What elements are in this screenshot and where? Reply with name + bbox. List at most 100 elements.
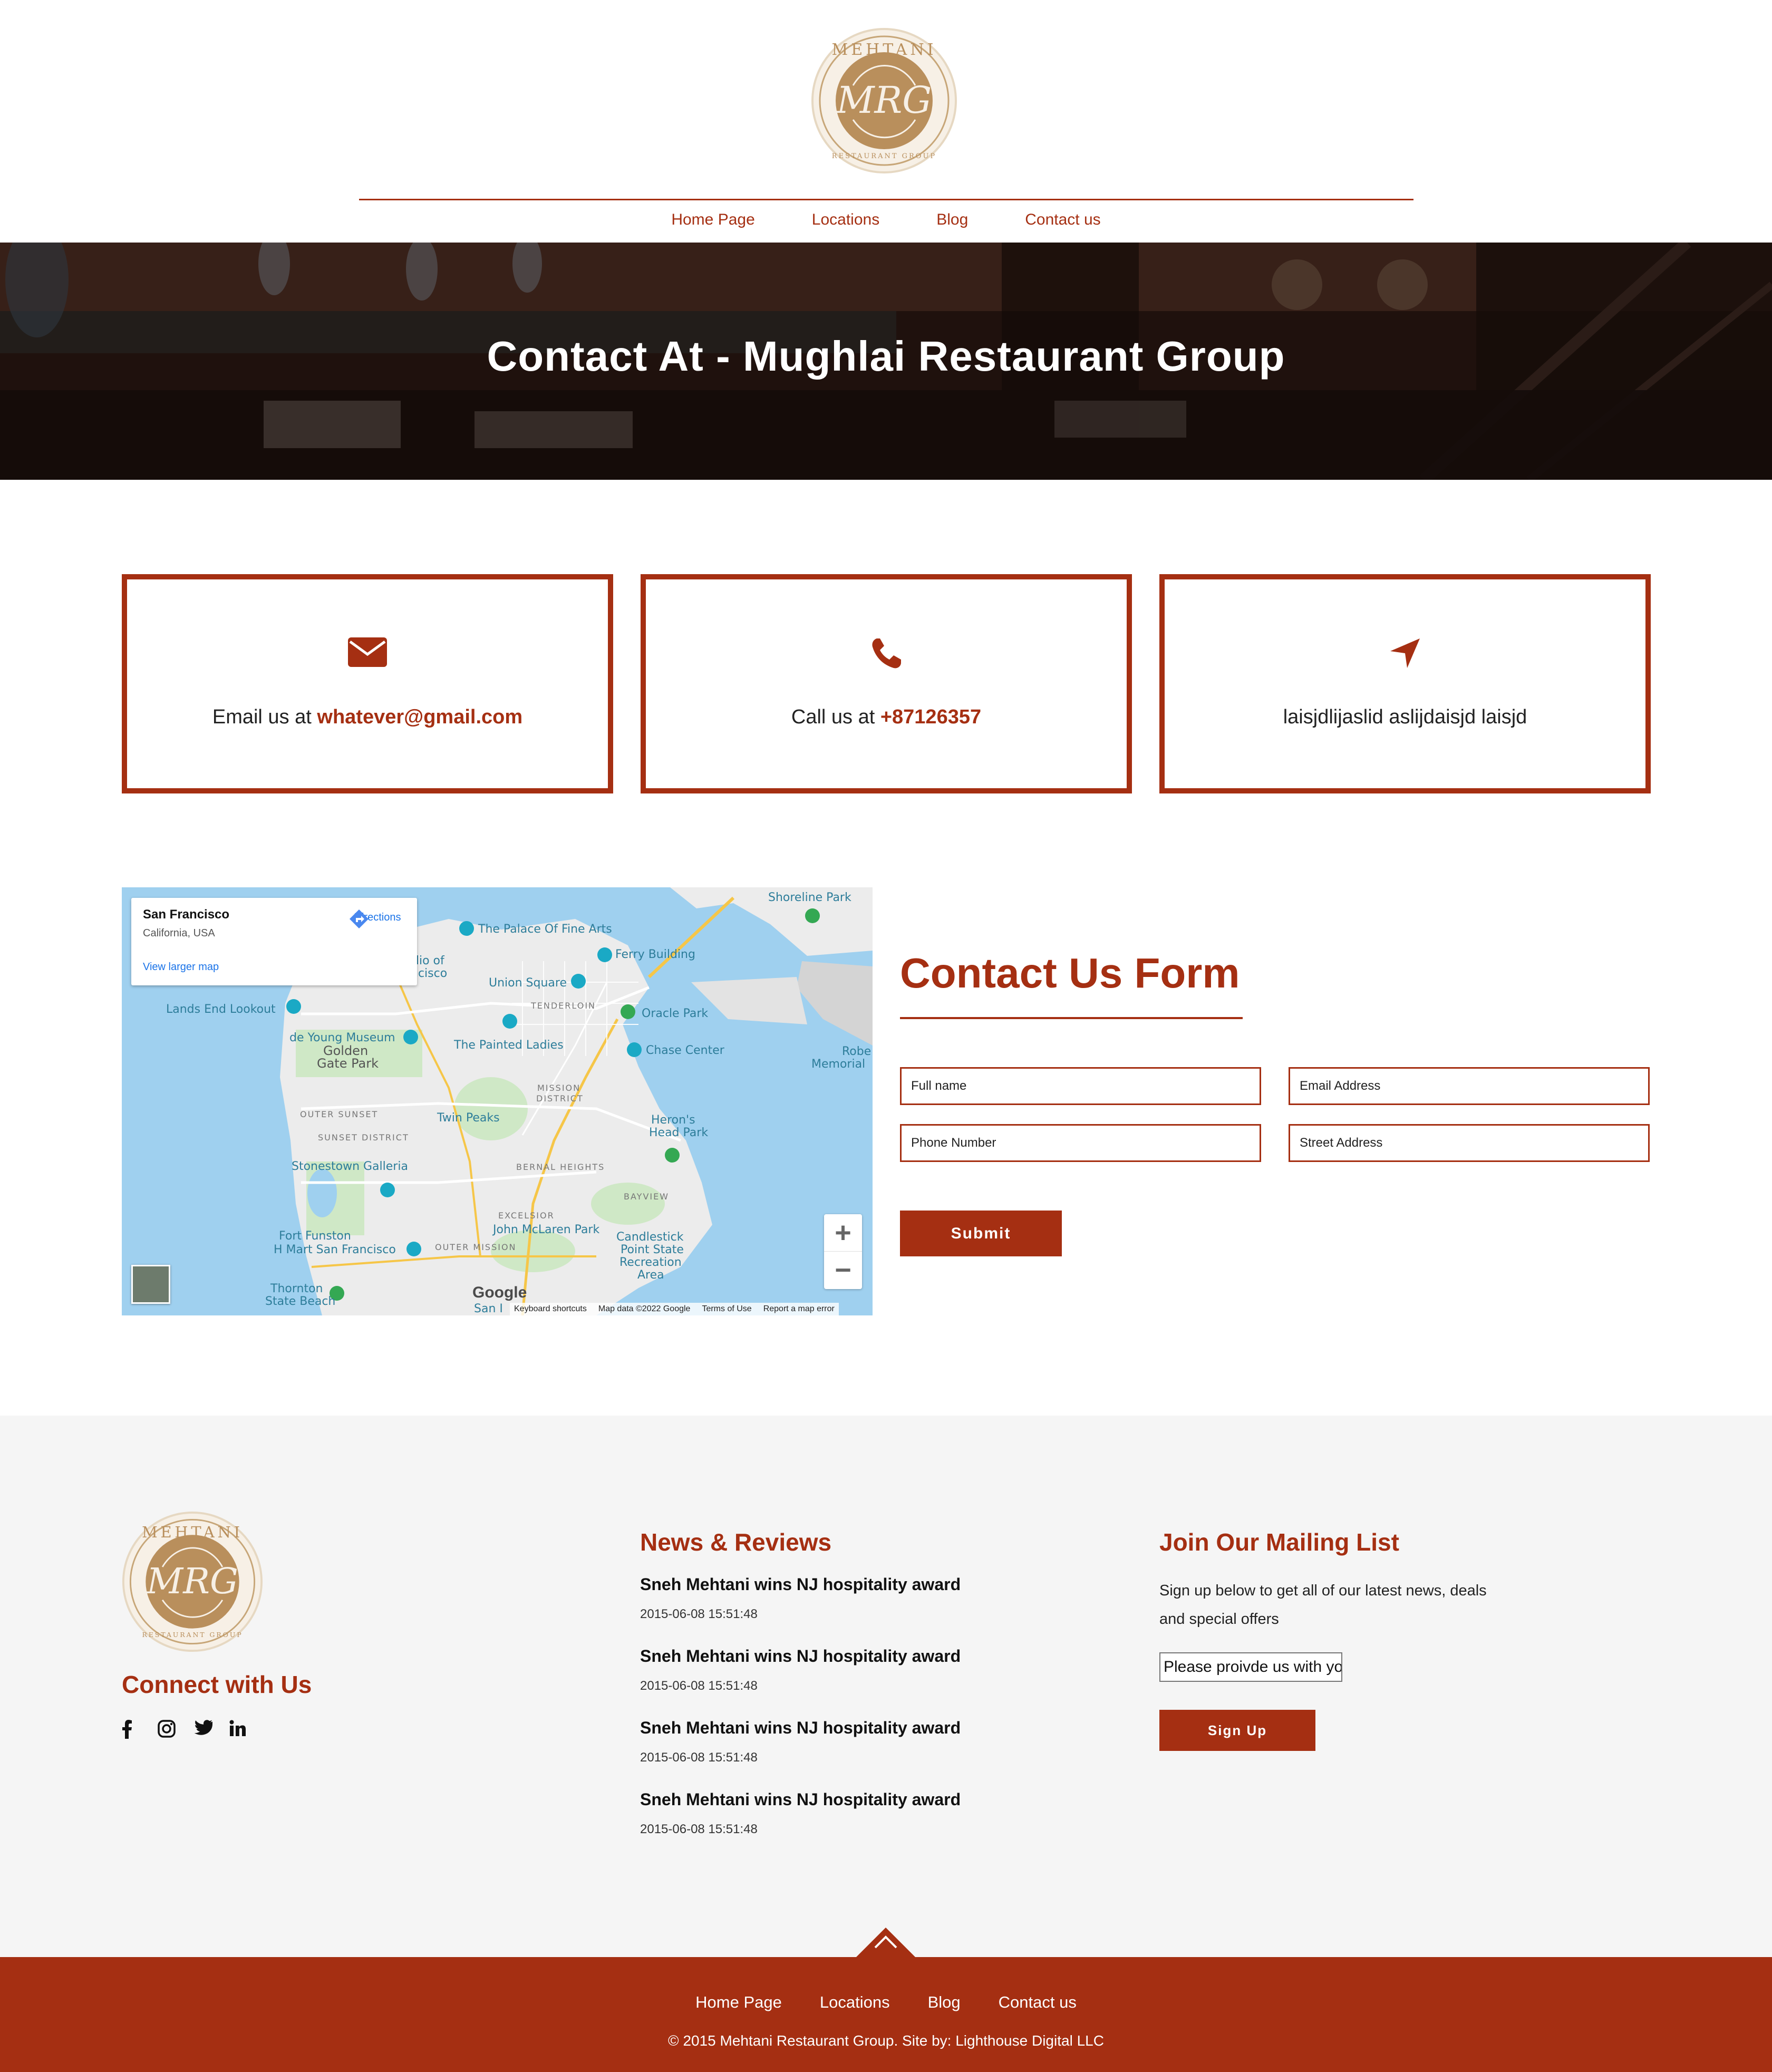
svg-text:Fort Funston: Fort Funston	[279, 1229, 351, 1243]
street-view-thumbnail[interactable]	[131, 1265, 170, 1304]
contact-form-underline	[900, 1017, 1243, 1019]
phone-link[interactable]: +87126357	[880, 706, 981, 728]
instagram-icon[interactable]	[158, 1720, 177, 1739]
location-arrow-icon	[1390, 638, 1420, 668]
svg-text:John McLaren Park: John McLaren Park	[492, 1223, 599, 1236]
google-logo: Google	[472, 1284, 527, 1301]
svg-text:Recreation: Recreation	[619, 1256, 682, 1269]
footer-nav-home[interactable]: Home Page	[676, 1993, 801, 2012]
svg-text:BERNAL HEIGHTS: BERNAL HEIGHTS	[516, 1162, 605, 1172]
news-headline[interactable]: Sneh Mehtani wins NJ hospitality award	[640, 1718, 961, 1738]
nav-contact[interactable]: Contact us	[996, 208, 1129, 231]
svg-text:MRG: MRG	[146, 1560, 238, 1602]
news-title: News & Reviews	[640, 1528, 832, 1556]
svg-text:MISSION: MISSION	[537, 1083, 580, 1093]
news-item[interactable]: Sneh Mehtani wins NJ hospitality award 2…	[640, 1575, 961, 1622]
terms-of-use-link[interactable]: Terms of Use	[702, 1304, 751, 1314]
page-title: Contact At - Mughlai Restaurant Group	[487, 333, 1285, 380]
news-item[interactable]: Sneh Mehtani wins NJ hospitality award 2…	[640, 1647, 961, 1693]
map-info-card: San Francisco California, USA View large…	[131, 898, 417, 985]
footer-nav-contact[interactable]: Contact us	[980, 1993, 1096, 2012]
email-prefix: Email us at	[212, 706, 317, 728]
svg-text:Head Park: Head Park	[649, 1126, 708, 1139]
map-zoom-control: + −	[824, 1214, 862, 1289]
svg-text:DISTRICT: DISTRICT	[536, 1093, 584, 1103]
phone-prefix: Call us at	[791, 706, 880, 728]
map-attribution: Keyboard shortcuts Map data ©2022 Google…	[510, 1303, 839, 1315]
directions-button[interactable]: Directions	[348, 908, 406, 928]
svg-text:Gate Park: Gate Park	[317, 1056, 379, 1071]
svg-text:RESTAURANT GROUP: RESTAURANT GROUP	[142, 1631, 243, 1639]
mailing-list-description: Sign up below to get all of our latest n…	[1159, 1582, 1487, 1628]
connect-title: Connect with Us	[122, 1671, 312, 1698]
svg-text:The Painted Ladies: The Painted Ladies	[453, 1039, 564, 1052]
svg-text:Memorial: Memorial	[811, 1058, 865, 1071]
svg-text:TENDERLOIN: TENDERLOIN	[530, 1001, 596, 1011]
mailing-email-input[interactable]: Please proivde us with your email	[1159, 1652, 1342, 1682]
svg-text:Robe: Robe	[842, 1045, 871, 1058]
nav-home[interactable]: Home Page	[643, 208, 783, 231]
sign-up-button[interactable]: Sign Up	[1159, 1710, 1315, 1751]
svg-text:EXCELSIOR: EXCELSIOR	[498, 1211, 555, 1221]
news-date: 2015-06-08 15:51:48	[640, 1750, 758, 1765]
svg-text:Candlestick: Candlestick	[616, 1231, 684, 1244]
svg-text:Shoreline Park: Shoreline Park	[768, 891, 851, 904]
phone-input[interactable]: Phone Number	[900, 1124, 1261, 1162]
map-data-text: Map data ©2022 Google	[598, 1304, 691, 1313]
svg-text:The Palace Of Fine Arts: The Palace Of Fine Arts	[478, 923, 612, 936]
svg-text:MRG: MRG	[836, 79, 932, 122]
street-address-input[interactable]: Street Address	[1289, 1124, 1650, 1162]
footer-bottom-bar	[0, 1957, 1772, 2072]
mailing-list-title: Join Our Mailing List	[1159, 1528, 1399, 1556]
news-item[interactable]: Sneh Mehtani wins NJ hospitality award 2…	[640, 1790, 961, 1837]
view-larger-map-link[interactable]: View larger map	[143, 961, 219, 973]
google-map[interactable]: The Palace Of Fine Arts Ferry Building S…	[122, 887, 873, 1315]
main-nav: Home Page Locations Blog Contact us	[0, 208, 1772, 231]
news-headline[interactable]: Sneh Mehtani wins NJ hospitality award	[640, 1575, 961, 1594]
news-headline[interactable]: Sneh Mehtani wins NJ hospitality award	[640, 1790, 961, 1809]
svg-text:Heron's: Heron's	[651, 1114, 695, 1127]
email-input[interactable]: Email Address	[1289, 1067, 1650, 1105]
svg-text:SUNSET DISTRICT: SUNSET DISTRICT	[318, 1132, 409, 1142]
report-map-error-link[interactable]: Report a map error	[763, 1304, 835, 1314]
full-name-input[interactable]: Full name	[900, 1067, 1261, 1105]
nav-locations[interactable]: Locations	[783, 208, 908, 231]
svg-text:MEHTANI: MEHTANI	[142, 1523, 243, 1541]
svg-text:San I: San I	[474, 1302, 503, 1315]
nav-blog[interactable]: Blog	[908, 208, 996, 231]
svg-text:Thornton: Thornton	[270, 1282, 323, 1295]
linkedin-icon[interactable]	[229, 1720, 248, 1739]
facebook-icon[interactable]	[122, 1720, 141, 1739]
hero-banner: Contact At - Mughlai Restaurant Group	[0, 243, 1772, 480]
address-text: laisjdlijaslid aslijdaisjd laisjd	[1283, 706, 1527, 728]
footer-nav-locations[interactable]: Locations	[801, 1993, 909, 2012]
news-item[interactable]: Sneh Mehtani wins NJ hospitality award 2…	[640, 1718, 961, 1765]
svg-text:Area: Area	[637, 1269, 664, 1282]
twitter-icon[interactable]	[193, 1720, 213, 1739]
mehtani-logo[interactable]: MEHTANI RESTAURANT GROUP MRG	[811, 27, 957, 174]
keyboard-shortcuts-link[interactable]: Keyboard shortcuts	[514, 1304, 587, 1314]
svg-text:RESTAURANT GROUP: RESTAURANT GROUP	[832, 152, 936, 160]
svg-text:OUTER MISSION: OUTER MISSION	[435, 1242, 517, 1252]
news-headline[interactable]: Sneh Mehtani wins NJ hospitality award	[640, 1647, 961, 1666]
svg-text:OUTER SUNSET: OUTER SUNSET	[300, 1109, 378, 1119]
address-card: laisjdlijaslid aslijdaisjd laisjd	[1159, 574, 1651, 793]
footer-logo[interactable]: MEHTANI RESTAURANT GROUP MRG	[122, 1511, 263, 1652]
phone-card: Call us at +87126357	[641, 574, 1132, 793]
svg-text:Union Square: Union Square	[489, 976, 567, 990]
back-to-top-button[interactable]	[855, 1924, 916, 1958]
nav-divider	[359, 199, 1413, 200]
footer-nav-blog[interactable]: Blog	[909, 1993, 980, 2012]
submit-button[interactable]: Submit	[900, 1211, 1062, 1256]
envelope-icon	[348, 637, 387, 667]
zoom-in-button[interactable]: +	[824, 1214, 862, 1252]
contact-form-title: Contact Us Form	[900, 950, 1240, 996]
svg-text:Ferry Building: Ferry Building	[615, 948, 695, 961]
directions-icon	[350, 909, 369, 928]
svg-text:MEHTANI: MEHTANI	[832, 41, 937, 59]
svg-text:Chase Center: Chase Center	[646, 1044, 725, 1057]
map-place-name: San Francisco	[143, 907, 230, 922]
zoom-out-button[interactable]: −	[824, 1252, 862, 1289]
email-link[interactable]: whatever@gmail.com	[317, 706, 522, 728]
svg-text:Lands End Lookout: Lands End Lookout	[166, 1003, 276, 1016]
